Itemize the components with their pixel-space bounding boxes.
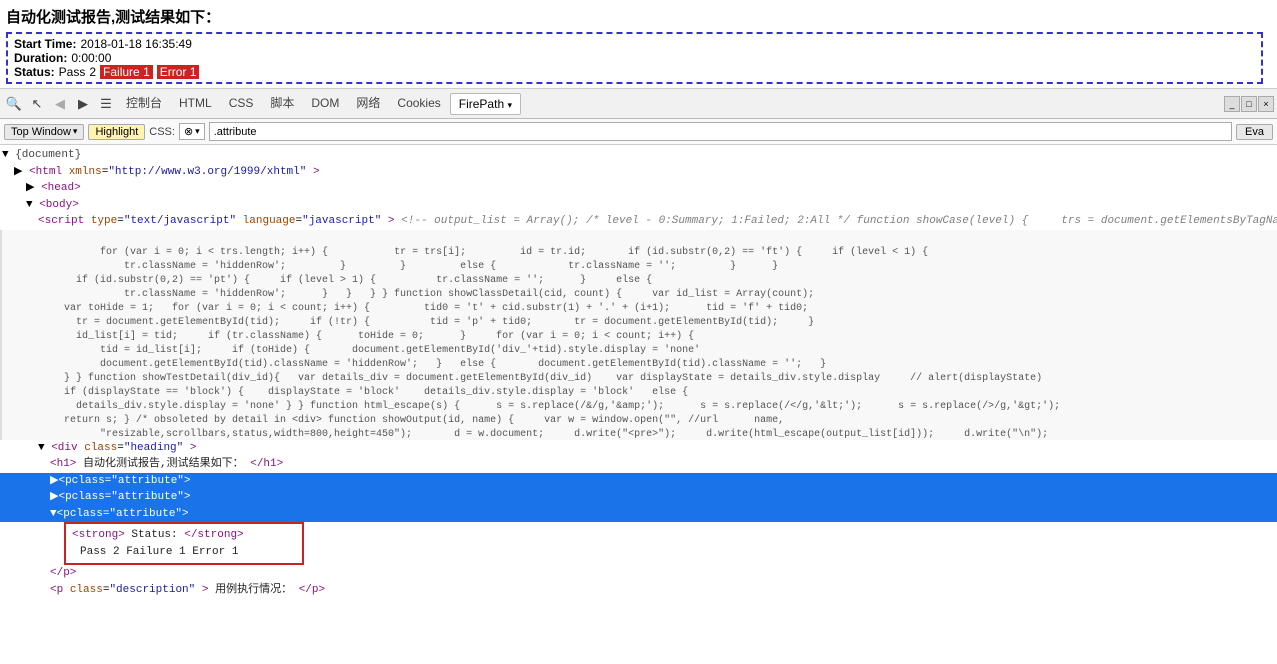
status-error-badge: Error 1 (157, 65, 200, 79)
start-time-value: 2018-01-18 16:35:49 (80, 37, 191, 51)
body-expand-icon[interactable]: ▼ (26, 199, 39, 211)
top-window-btn[interactable]: Top Window ▾ (4, 124, 84, 140)
report-title: 自动化测试报告,测试结果如下： (6, 6, 1267, 27)
tree-row-p-attr-1[interactable]: ▶ <p class="attribute" > (0, 473, 1277, 490)
tab-cookies[interactable]: Cookies (389, 90, 448, 118)
tab-html[interactable]: HTML (171, 90, 220, 118)
p-expand-icon-1[interactable]: ▶ (50, 473, 58, 490)
duration-row: Duration: 0:00:00 (14, 51, 1255, 65)
tree-row-h1: <h1> 自动化测试报告,测试结果如下： </h1> (0, 456, 1277, 473)
start-time-label: Start Time: (14, 37, 76, 51)
top-window-label: Top Window (11, 126, 71, 138)
report-fields-box: Start Time: 2018-01-18 16:35:49 Duration… (6, 32, 1263, 84)
collapse-icon[interactable]: ▼ (2, 149, 15, 161)
duration-label: Duration: (14, 51, 67, 65)
tree-row-html: ▶ <html xmlns="http://www.w3.org/1999/xh… (0, 164, 1277, 181)
status-text-row: Pass 2 Failure 1 Error 1 (72, 544, 296, 561)
tree-row-div-heading: ▼ <div class="heading" > (0, 440, 1277, 457)
code-block: for (var i = 0; i < trs.length; i++) { t… (0, 230, 1277, 440)
tree-row-p-attr-3[interactable]: ▼ <p class="attribute" > (0, 506, 1277, 523)
tab-firepath[interactable]: FirePath ▾ (450, 93, 521, 115)
tree-row-p-attr-2[interactable]: ▶ <p class="attribute" > (0, 489, 1277, 506)
p-expand-icon-2[interactable]: ▶ (50, 489, 58, 506)
tab-network[interactable]: 网络 (348, 90, 388, 118)
div-expand-icon[interactable]: ▼ (38, 442, 51, 454)
firepath-bar: Top Window ▾ Highlight CSS: ⊗ ▾ Eva (0, 119, 1277, 145)
tab-css[interactable]: CSS (221, 90, 262, 118)
devtools-toolbar: 🔍 ↖ ◀ ▶ ☰ 控制台 HTML CSS 脚本 DOM 网络 Cookies… (0, 89, 1277, 119)
window-controls: _ □ × (1224, 96, 1274, 112)
nav-back-btn[interactable]: ◀ (49, 93, 71, 115)
tree-row-body: ▼ <body> (0, 197, 1277, 214)
duration-value: 0:00:00 (71, 51, 111, 65)
status-pass-text: Pass (59, 65, 86, 79)
xpath-input[interactable] (209, 122, 1232, 141)
dom-tree-area: ▼ {document} ▶ <html xmlns="http://www.w… (0, 145, 1277, 664)
css-mode-btn[interactable]: ⊗ ▾ (179, 123, 205, 140)
strong-row: <strong> Status: </strong> (72, 527, 296, 544)
highlight-label: Highlight (95, 126, 138, 138)
css-dropdown-icon: ▾ (195, 126, 200, 137)
tree-row-p-close: </p> (0, 565, 1277, 582)
highlighted-element-box: <strong> Status: </strong> Pass 2 Failur… (64, 522, 304, 565)
tree-row-p-description: <p class="description" > 用例执行情况： </p> (0, 582, 1277, 599)
highlight-btn[interactable]: Highlight (88, 124, 145, 140)
p-expand-icon-3[interactable]: ▼ (50, 506, 57, 523)
tree-row-head: ▶ <head> (0, 180, 1277, 197)
eval-btn[interactable]: Eva (1236, 124, 1273, 140)
inspect-icon-btn[interactable]: 🔍 (3, 93, 25, 115)
start-time-row: Start Time: 2018-01-18 16:35:49 (14, 37, 1255, 51)
tab-dom[interactable]: DOM (303, 90, 347, 118)
html-expand-icon[interactable]: ▶ (14, 166, 29, 178)
cursor-icon-btn[interactable]: ↖ (26, 93, 48, 115)
nav-forward-btn[interactable]: ▶ (72, 93, 94, 115)
status-failure-badge: Failure 1 (100, 65, 153, 79)
minimize-btn[interactable]: _ (1224, 96, 1240, 112)
report-area: 自动化测试报告,测试结果如下： Start Time: 2018-01-18 1… (0, 0, 1277, 89)
status-label: Status: (14, 65, 55, 79)
tab-script[interactable]: 脚本 (262, 90, 302, 118)
maximize-btn[interactable]: □ (1241, 96, 1257, 112)
tree-row-document: ▼ {document} (0, 147, 1277, 164)
tab-console[interactable]: 控制台 (118, 90, 170, 118)
css-label: CSS: (149, 126, 175, 138)
status-pass-num: 2 (89, 65, 96, 79)
close-btn[interactable]: × (1258, 96, 1274, 112)
status-row: Status: Pass 2 Failure 1 Error 1 (14, 65, 1255, 79)
head-expand-icon[interactable]: ▶ (26, 182, 41, 194)
list-btn[interactable]: ☰ (95, 93, 117, 115)
tree-row-script: <script type="text/javascript" language=… (0, 213, 1277, 230)
chevron-down-icon: ▾ (73, 126, 78, 137)
